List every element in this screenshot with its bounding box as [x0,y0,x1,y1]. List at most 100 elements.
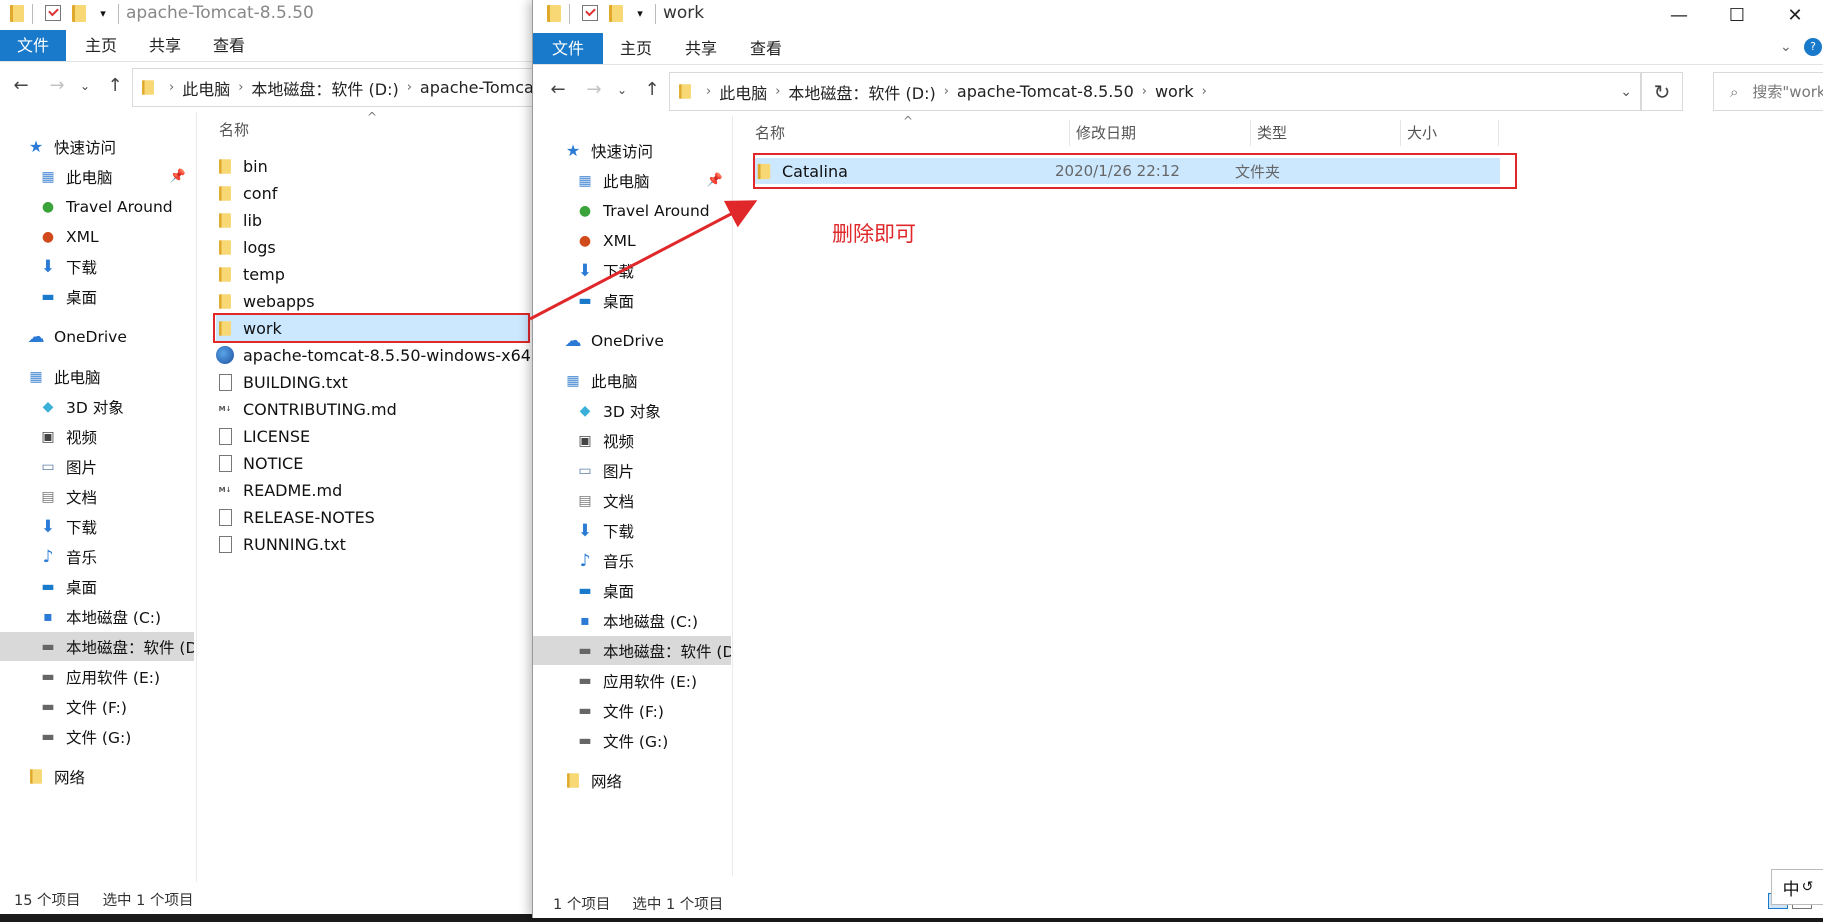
ime-indicator[interactable]: 中 ↺ [1771,869,1823,905]
recent-chevron-icon[interactable]: ⌄ [611,78,633,102]
nav-item-xml[interactable]: ● XML [38,222,194,251]
list-item[interactable]: BUILDING.txt [216,369,529,395]
nav-item-drive-e[interactable]: ▬ 应用软件 (E:) [38,662,194,691]
nav-item-pictures[interactable]: ▭ 图片 [575,456,731,485]
nav-item-documents[interactable]: ▤ 文档 [575,486,731,515]
nav-quick-access[interactable]: ★ 快速访问 [563,136,731,165]
nav-item-desktop-pc[interactable]: ▬ 桌面 [38,572,194,601]
properties-icon[interactable] [44,4,62,22]
tab-file[interactable]: 文件 [533,33,603,64]
nav-item-drive-f[interactable]: ▬ 文件 (F:) [575,696,731,725]
back-arrow-icon[interactable]: ← [10,74,32,98]
breadcrumb-item[interactable]: work [1151,82,1198,101]
nav-onedrive[interactable]: ☁ OneDrive [563,326,731,355]
ribbon-expand-chevron-icon[interactable]: ⌄ [1780,39,1792,55]
nav-item-videos[interactable]: ▣ 视频 [575,426,731,455]
list-item[interactable]: conf [216,180,529,206]
help-icon[interactable]: ? [1804,38,1822,56]
new-folder-icon[interactable] [70,4,88,22]
list-item[interactable]: webapps [216,288,529,314]
nav-this-pc[interactable]: ▦ 此电脑 [26,362,194,391]
breadcrumb-item[interactable]: apache-Tomcat-8.5.50 [953,82,1138,101]
column-type[interactable]: 类型 [1251,120,1401,146]
list-item[interactable]: lib [216,207,529,233]
tab-view[interactable]: 查看 [741,33,791,64]
pane-divider[interactable] [196,112,197,882]
list-item[interactable]: bin [216,153,529,179]
list-item[interactable]: RELEASE-NOTES [216,504,529,530]
list-item[interactable]: temp [216,261,529,287]
list-item[interactable]: NOTICE [216,450,529,476]
close-icon[interactable]: ✕ [1766,0,1823,30]
nav-item-drive-c[interactable]: ▪ 本地磁盘 (C:) [575,606,731,635]
nav-item-this-pc-pinned[interactable]: ▦ 此电脑 📌 [38,162,194,191]
nav-item-drive-f[interactable]: ▬ 文件 (F:) [38,692,194,721]
tab-share[interactable]: 共享 [676,33,726,64]
nav-item-travel-around[interactable]: ● Travel Around [575,196,731,225]
nav-onedrive[interactable]: ☁ OneDrive [26,322,194,351]
nav-item-downloads-pc[interactable]: ⬇ 下载 [38,512,194,541]
recent-chevron-icon[interactable]: ⌄ [74,74,96,98]
address-dropdown-chevron-icon[interactable]: ⌄ [1620,84,1632,100]
tab-file[interactable]: 文件 [0,30,66,61]
nav-item-music[interactable]: ♪ 音乐 [575,546,731,575]
nav-item-xml[interactable]: ● XML [575,226,731,255]
tab-home[interactable]: 主页 [76,30,126,61]
nav-item-3d-objects[interactable]: ◆ 3D 对象 [38,392,194,421]
list-item[interactable]: apache-tomcat-8.5.50-windows-x64.... [216,342,532,368]
search-input[interactable]: ⌕ 搜索"work" [1713,72,1823,111]
maximize-icon[interactable]: ☐ [1708,0,1766,30]
breadcrumb-item[interactable]: 本地磁盘：软件 (D:) [247,76,402,100]
nav-item-documents[interactable]: ▤ 文档 [38,482,194,511]
up-arrow-icon[interactable]: ↑ [641,78,663,102]
address-bar[interactable]: › 此电脑 › 本地磁盘：软件 (D:) › apache-Tomcat-8.5… [669,72,1641,111]
forward-arrow-icon[interactable]: → [583,78,605,102]
customize-toolbar-icon[interactable]: ▾ [94,4,112,22]
nav-item-pictures[interactable]: ▭ 图片 [38,452,194,481]
up-arrow-icon[interactable]: ↑ [104,74,126,98]
refresh-icon[interactable]: ↻ [1641,72,1683,111]
nav-item-desktop[interactable]: ▬ 桌面 [38,282,194,311]
nav-network[interactable]: 网络 [26,762,194,791]
nav-quick-access[interactable]: ★ 快速访问 [26,132,194,161]
list-item[interactable]: LICENSE [216,423,529,449]
nav-item-drive-e[interactable]: ▬ 应用软件 (E:) [575,666,731,695]
pin-icon[interactable]: 📌 [707,173,723,188]
back-arrow-icon[interactable]: ← [547,78,569,102]
list-item[interactable]: logs [216,234,529,260]
nav-item-drive-d[interactable]: ▬ 本地磁盘：软件 (D: [0,632,194,661]
nav-item-downloads[interactable]: ⬇ 下载 [38,252,194,281]
forward-arrow-icon[interactable]: → [46,74,68,98]
new-folder-icon[interactable] [607,4,625,22]
nav-item-3d-objects[interactable]: ◆ 3D 对象 [575,396,731,425]
pane-divider[interactable] [732,116,733,876]
breadcrumb-item[interactable]: 此电脑 [715,80,771,104]
nav-network[interactable]: 网络 [563,766,731,795]
tab-view[interactable]: 查看 [204,30,254,61]
properties-icon[interactable] [581,4,599,22]
column-modified[interactable]: 修改日期 [1070,120,1251,146]
column-size[interactable]: 大小 [1401,120,1499,146]
nav-item-downloads[interactable]: ⬇ 下载 [575,256,731,285]
list-item[interactable]: M↓ README.md [216,477,529,503]
pin-icon[interactable]: 📌 [170,169,186,184]
minimize-icon[interactable]: — [1650,0,1708,30]
nav-item-drive-d[interactable]: ▬ 本地磁盘：软件 (D: [533,636,731,665]
nav-item-videos[interactable]: ▣ 视频 [38,422,194,451]
list-item[interactable]: RUNNING.txt [216,531,529,557]
nav-item-desktop-pc[interactable]: ▬ 桌面 [575,576,731,605]
tab-home[interactable]: 主页 [611,33,661,64]
nav-item-desktop[interactable]: ▬ 桌面 [575,286,731,315]
column-name[interactable]: 名称 [219,119,249,140]
nav-item-drive-g[interactable]: ▬ 文件 (G:) [575,726,731,755]
breadcrumb-item[interactable]: 本地磁盘：软件 (D:) [784,80,939,104]
nav-item-downloads-pc[interactable]: ⬇ 下载 [575,516,731,545]
nav-item-drive-c[interactable]: ▪ 本地磁盘 (C:) [38,602,194,631]
nav-item-this-pc-pinned[interactable]: ▦ 此电脑 📌 [575,166,731,195]
nav-item-drive-g[interactable]: ▬ 文件 (G:) [38,722,194,751]
nav-item-travel-around[interactable]: ● Travel Around [38,192,194,221]
breadcrumb-item[interactable]: apache-Tomcat- [416,78,532,97]
customize-toolbar-icon[interactable]: ▾ [631,4,649,22]
address-bar[interactable]: › 此电脑 › 本地磁盘：软件 (D:) › apache-Tomcat- [132,68,532,107]
list-item[interactable]: M↓ CONTRIBUTING.md [216,396,529,422]
